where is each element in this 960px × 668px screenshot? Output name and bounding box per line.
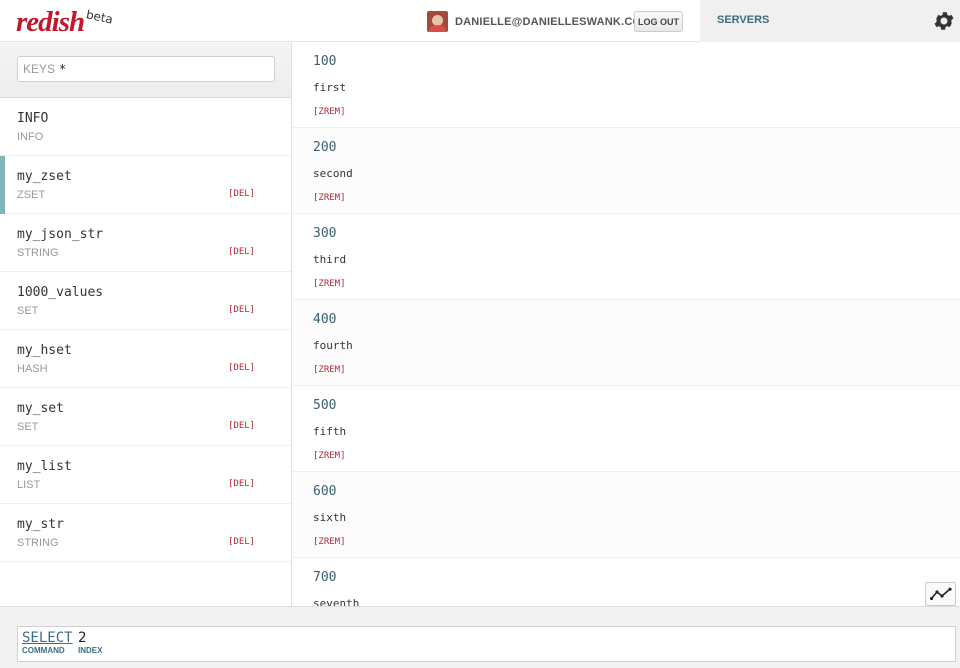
key-type: INFO — [17, 131, 44, 143]
app-logo[interactable]: redish beta — [16, 6, 115, 38]
key-type: HASH — [17, 363, 48, 375]
key-name: my_hset — [17, 343, 72, 358]
user-area: DANIELLE@DANIELLESWANK.COM — [427, 11, 651, 32]
logo-beta-badge: beta — [84, 7, 115, 27]
member-value: first — [313, 81, 347, 94]
command-token[interactable]: SELECT COMMAND — [22, 630, 73, 655]
key-name: INFO — [17, 111, 49, 126]
delete-key-button[interactable]: [DEL] — [228, 537, 255, 547]
key-name: my_str — [17, 517, 64, 532]
zset-member: 200 second [ZREM] — [293, 128, 960, 214]
key-name: my_zset — [17, 169, 72, 184]
key-search-label: KEYS — [23, 62, 56, 76]
delete-key-button[interactable]: [DEL] — [228, 363, 255, 373]
member-value: fifth — [313, 425, 347, 438]
chart-toggle-button[interactable] — [925, 582, 956, 606]
member-score: 600 — [313, 484, 337, 499]
zset-member: 400 fourth [ZREM] — [293, 300, 960, 386]
member-value: fourth — [313, 339, 353, 352]
key-item-1000-values[interactable]: 1000_values SET [DEL] — [0, 272, 291, 330]
key-item-my-list[interactable]: my_list LIST [DEL] — [0, 446, 291, 504]
member-score: 300 — [313, 226, 337, 241]
argument-token[interactable]: 2 INDEX — [78, 630, 102, 655]
key-name: 1000_values — [17, 285, 104, 300]
delete-key-button[interactable]: [DEL] — [228, 479, 255, 489]
member-value: third — [313, 253, 347, 266]
key-type: STRING — [17, 247, 59, 259]
argument-value: 2 — [78, 630, 87, 646]
key-type: STRING — [17, 537, 59, 549]
member-score: 700 — [313, 570, 337, 585]
line-chart-icon — [929, 587, 952, 601]
member-value: sixth — [313, 511, 347, 524]
member-score: 200 — [313, 140, 337, 155]
servers-tab-label: SERVERS — [717, 14, 770, 26]
zset-member: 100 first [ZREM] — [293, 42, 960, 128]
gear-icon[interactable] — [932, 9, 956, 33]
key-search-area: KEYS * — [0, 42, 291, 98]
command-bar: SELECT COMMAND 2 INDEX — [0, 606, 960, 668]
member-value: second — [313, 167, 353, 180]
key-item-info[interactable]: INFO INFO — [0, 98, 291, 156]
member-score: 400 — [313, 312, 337, 327]
zrem-button[interactable]: [ZREM] — [313, 107, 346, 117]
member-value: seventh — [313, 597, 360, 606]
zrem-button[interactable]: [ZREM] — [313, 279, 346, 289]
command-name: SELECT — [22, 630, 73, 646]
command-label: COMMAND — [22, 646, 65, 655]
key-item-my-json-str[interactable]: my_json_str STRING [DEL] — [0, 214, 291, 272]
key-item-my-str[interactable]: my_str STRING [DEL] — [0, 504, 291, 562]
key-item-my-set[interactable]: my_set SET [DEL] — [0, 388, 291, 446]
user-avatar — [427, 11, 448, 32]
key-name: my_list — [17, 459, 72, 474]
zset-members-panel: 100 first [ZREM] 200 second [ZREM] 300 t… — [293, 42, 960, 606]
zset-member: 600 sixth [ZREM] — [293, 472, 960, 558]
servers-tab[interactable]: SERVERS — [700, 0, 960, 42]
delete-key-button[interactable]: [DEL] — [228, 421, 255, 431]
member-score: 500 — [313, 398, 337, 413]
key-type: SET — [17, 421, 39, 433]
key-search-input[interactable]: KEYS * — [17, 56, 275, 82]
logout-button[interactable]: LOG OUT — [634, 11, 683, 32]
key-type: LIST — [17, 479, 41, 491]
delete-key-button[interactable]: [DEL] — [228, 305, 255, 315]
key-search-value: * — [59, 62, 67, 76]
app-header: redish beta DANIELLE@DANIELLESWANK.COM L… — [0, 0, 960, 42]
key-name: my_json_str — [17, 227, 104, 242]
zrem-button[interactable]: [ZREM] — [313, 537, 346, 547]
zrem-button[interactable]: [ZREM] — [313, 451, 346, 461]
zset-member: 700 seventh — [293, 558, 960, 606]
zset-member: 300 third [ZREM] — [293, 214, 960, 300]
delete-key-button[interactable]: [DEL] — [228, 189, 255, 199]
keys-sidebar: KEYS * INFO INFO my_zset ZSET [DEL] my_j… — [0, 42, 292, 606]
delete-key-button[interactable]: [DEL] — [228, 247, 255, 257]
argument-label: INDEX — [78, 646, 103, 655]
zrem-button[interactable]: [ZREM] — [313, 365, 346, 375]
zset-member: 500 fifth [ZREM] — [293, 386, 960, 472]
member-score: 100 — [313, 54, 337, 69]
key-name: my_set — [17, 401, 64, 416]
command-input[interactable]: SELECT COMMAND 2 INDEX — [17, 626, 956, 662]
zrem-button[interactable]: [ZREM] — [313, 193, 346, 203]
key-item-my-hset[interactable]: my_hset HASH [DEL] — [0, 330, 291, 388]
user-email: DANIELLE@DANIELLESWANK.COM — [455, 15, 651, 28]
key-type: ZSET — [17, 189, 46, 201]
key-item-my-zset[interactable]: my_zset ZSET [DEL] — [0, 156, 291, 214]
key-type: SET — [17, 305, 39, 317]
logo-text: redish — [16, 6, 85, 38]
